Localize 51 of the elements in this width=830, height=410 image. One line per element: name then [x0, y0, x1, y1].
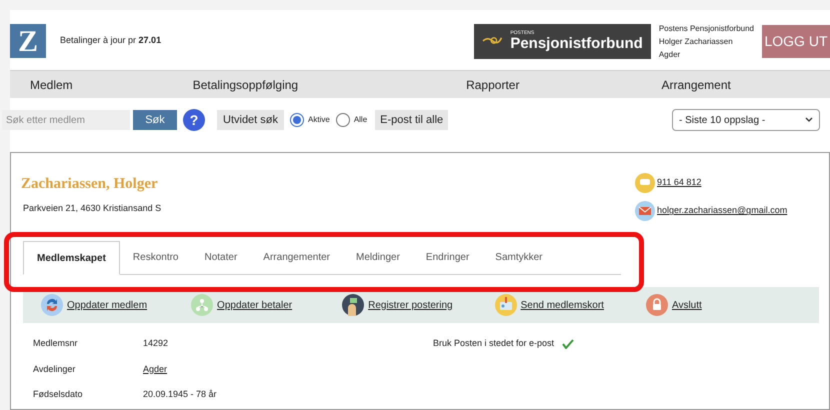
chevron-down-icon: [805, 117, 813, 123]
radio-label: Alle: [354, 114, 368, 126]
brand-name: Pensjonistforbund: [510, 36, 643, 51]
action-link[interactable]: Oppdater betaler: [191, 294, 292, 316]
nav-item[interactable]: Rapporter: [466, 76, 520, 94]
search-field[interactable]: Søk etter medlem: [2, 110, 130, 130]
tab[interactable]: Notater: [192, 240, 250, 274]
lock-icon: [646, 294, 668, 316]
detail-label: Fødselsdato: [33, 388, 84, 401]
tab[interactable]: Medlemskapet: [23, 241, 120, 275]
account-info: Holger Zachariassen: [658, 36, 734, 48]
account-info: Agder: [658, 48, 682, 60]
nav-item[interactable]: Betalingsoppfølging: [192, 76, 298, 94]
refresh-icon: [41, 294, 63, 316]
radio-button[interactable]: [336, 113, 350, 127]
tab[interactable]: Meldinger: [343, 240, 413, 274]
email-all-button[interactable]: E-post til alle: [375, 110, 448, 130]
advanced-search-button[interactable]: Utvidet søk: [217, 110, 284, 130]
tab[interactable]: Arrangementer: [250, 240, 343, 274]
member-name: Zachariassen, Holger: [21, 175, 159, 194]
chat-bubble-icon: [635, 173, 655, 193]
logout-button[interactable]: LOGG UT: [762, 24, 830, 58]
help-button[interactable]: ?: [183, 109, 205, 131]
detail-label: Avdelinger: [33, 362, 76, 376]
action-link[interactable]: Send medlemskort: [494, 294, 604, 316]
detail-value: 14292: [143, 337, 168, 350]
phone-link[interactable]: 911 64 812: [657, 176, 702, 190]
account-info: Postens Pensjonistforbund: [658, 22, 754, 34]
detail-label: Medlemsnr: [33, 337, 79, 350]
search-button[interactable]: Søk: [133, 110, 177, 130]
tab[interactable]: Reskontro: [120, 240, 192, 274]
preference-label: Bruk Posten i stedet for e-post: [433, 337, 554, 350]
radio-button[interactable]: [290, 113, 304, 127]
radio-label: Aktive: [308, 114, 330, 126]
recent-lookups-dropdown[interactable]: - Siste 10 oppslag -: [672, 109, 820, 131]
nav-item[interactable]: Arrangement: [661, 76, 731, 94]
action-link[interactable]: Registrer postering: [342, 294, 453, 316]
payments-status: Betalinger à jour pr 27.01: [60, 34, 162, 48]
email-link[interactable]: holger.zachariassen@gmail.com: [657, 204, 788, 218]
tab[interactable]: Endringer: [412, 240, 482, 274]
detail-value[interactable]: Agder: [143, 362, 168, 376]
logo[interactable]: Z: [10, 24, 46, 58]
action-link[interactable]: Avslutt: [646, 294, 702, 316]
tab[interactable]: Samtykker: [482, 240, 556, 274]
nav-item[interactable]: Medlem: [30, 76, 73, 94]
detail-value: 20.09.1945 - 78 år: [143, 388, 217, 401]
member-address: Parkveien 21, 4630 Kristiansand S: [23, 202, 162, 214]
envelope-icon: [635, 201, 655, 221]
id-card-icon: [494, 294, 517, 316]
hierarchy-icon: [191, 294, 214, 316]
action-link[interactable]: Oppdater medlem: [41, 294, 148, 316]
